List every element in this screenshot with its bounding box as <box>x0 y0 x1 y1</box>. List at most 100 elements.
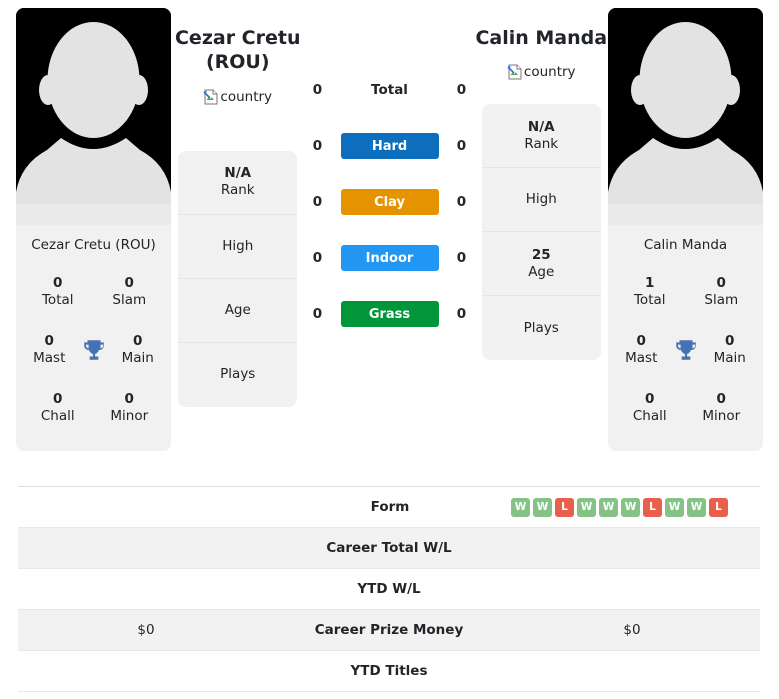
stat-value: 0 <box>53 391 63 408</box>
stat-value: 0 <box>124 275 134 292</box>
country-flag-right: country <box>507 64 576 80</box>
player-comparison-area: Cezar Cretu (ROU) 0 Total 0 Slam 0 Mast <box>0 0 779 478</box>
stat-mast: 0 Mast <box>614 333 669 367</box>
stat-chall: 0 Chall <box>614 391 686 425</box>
surface-count-right: 0 <box>456 194 467 210</box>
stat-label: Minor <box>702 408 741 424</box>
form-badge-w: W <box>599 497 618 517</box>
country-flag-left: country <box>203 89 272 105</box>
surface-count-left: 0 <box>312 194 323 210</box>
rank-row-rank: N/A Rank <box>481 104 601 169</box>
surface-label-grass[interactable]: Grass <box>340 301 439 327</box>
table-row-label: Career Prize Money <box>314 622 464 638</box>
stat-label: Chall <box>632 408 667 424</box>
player-name-line1: Cezar Cretu <box>174 27 301 49</box>
surface-count-left: 0 <box>312 306 323 322</box>
rank-label: High <box>222 237 254 254</box>
rank-row-plays: Plays <box>482 296 601 360</box>
stat-main: 0 Main <box>111 333 166 367</box>
table-row-ytd-titles: YTD Titles <box>18 651 760 692</box>
rank-card-left: N/A Rank High Age Plays <box>178 150 298 407</box>
surface-count-right: 0 <box>456 82 467 98</box>
stat-label: Slam <box>704 292 739 308</box>
player-card-right: Calin Manda 1 Total 0 Slam 0 Mast 0 Main… <box>608 8 763 451</box>
rank-row-high: High <box>481 168 601 233</box>
form-right-cell: WWLWWWLWWL <box>505 497 760 517</box>
player-card-name-right: Calin Manda <box>608 225 763 263</box>
form-badge-w: W <box>533 497 552 517</box>
surface-count-right: 0 <box>456 250 467 266</box>
stat-value: 0 <box>716 391 726 408</box>
titles-grid-left: 0 Total 0 Slam 0 Mast 0 Main 0 Chall 0 M… <box>16 263 171 451</box>
stat-total: 0 Total <box>22 275 94 309</box>
rank-row-age: Age <box>178 279 298 343</box>
surface-count-left: 0 <box>312 138 323 154</box>
stat-label: Total <box>41 292 74 308</box>
stat-label: Main <box>713 350 746 366</box>
surface-row-clay: 0 Clay 0 <box>305 174 475 230</box>
form-badge-l: L <box>643 497 662 517</box>
stat-value: 0 <box>133 333 143 350</box>
table-row-label: YTD W/L <box>357 581 421 597</box>
stat-minor: 0 Minor <box>94 391 166 425</box>
stat-value: 0 <box>53 275 63 292</box>
broken-image-icon <box>507 64 523 80</box>
rank-label: Plays <box>523 319 559 336</box>
form-badge-l: L <box>555 497 574 517</box>
rank-value: N/A <box>224 165 252 182</box>
stat-chall: 0 Chall <box>22 391 94 425</box>
stat-label: Total <box>633 292 666 308</box>
titles-row: 0 Total 0 Slam <box>22 263 165 321</box>
form-badges: WWLWWWLWWL <box>511 497 728 517</box>
surface-label-clay[interactable]: Clay <box>340 189 439 215</box>
player-name-line1: Calin Manda <box>475 27 608 49</box>
stat-label: Slam <box>112 292 147 308</box>
table-row-form: Form WWLWWWLWWL <box>18 487 760 528</box>
rank-label: Rank <box>220 182 255 199</box>
stat-value: 1 <box>645 275 655 292</box>
stat-slam: 0 Slam <box>94 275 166 309</box>
rank-row-high: High <box>178 215 298 279</box>
player-card-left: Cezar Cretu (ROU) 0 Total 0 Slam 0 Mast <box>16 8 171 451</box>
surface-label-hard[interactable]: Hard <box>340 133 439 159</box>
stat-label: Chall <box>40 408 75 424</box>
stat-value: 0 <box>645 391 655 408</box>
surface-count-left: 0 <box>312 82 323 98</box>
surface-count-right: 0 <box>456 306 467 322</box>
table-row-label: YTD Titles <box>350 663 428 679</box>
stat-label: Main <box>121 350 154 366</box>
player-card-name-left: Cezar Cretu (ROU) <box>16 225 171 263</box>
stat-value: 0 <box>124 391 134 408</box>
form-badge-w: W <box>577 497 596 517</box>
broken-image-icon <box>203 89 219 105</box>
country-flag-alt-text: country <box>523 64 576 81</box>
rank-row-age: 25 Age <box>481 232 601 297</box>
rank-label: Age <box>528 263 555 280</box>
table-row-ytd-wl: YTD W/L <box>18 569 760 610</box>
surface-label-indoor[interactable]: Indoor <box>340 245 439 271</box>
stat-value: 0 <box>716 275 726 292</box>
player-avatar-right <box>608 8 763 225</box>
titles-row: 1 Total 0 Slam <box>614 263 757 321</box>
rank-row-rank: N/A Rank <box>178 151 298 215</box>
form-badge-w: W <box>511 497 530 517</box>
surface-titles-column: 0 Total 0 0 Hard 0 0 Clay 0 0 Indoor 0 0… <box>305 0 475 342</box>
titles-row: 0 Mast 0 Main <box>22 321 165 379</box>
stat-main: 0 Main <box>703 333 758 367</box>
form-badge-w: W <box>665 497 684 517</box>
player-info-left: Cezar Cretu (ROU) country N/A Rank High … <box>171 0 305 407</box>
stat-slam: 0 Slam <box>686 275 758 309</box>
surface-row-indoor: 0 Indoor 0 <box>305 230 475 286</box>
stat-minor: 0 Minor <box>686 391 758 425</box>
table-row-label: Form <box>370 499 410 515</box>
rank-value: 25 <box>531 246 551 263</box>
comparison-stats-table: Form WWLWWWLWWL Career Total W/L YTD W/L… <box>18 486 760 692</box>
rank-label: Age <box>224 301 251 318</box>
surface-count-right: 0 <box>456 138 467 154</box>
form-badge-l: L <box>709 497 728 517</box>
player-name-left: Cezar Cretu (ROU) <box>175 26 301 75</box>
trophy-icon <box>669 337 703 363</box>
titles-row: 0 Mast 0 Main <box>614 321 757 379</box>
player-name-line2: (ROU) <box>205 51 270 74</box>
rank-label: Plays <box>220 366 256 383</box>
